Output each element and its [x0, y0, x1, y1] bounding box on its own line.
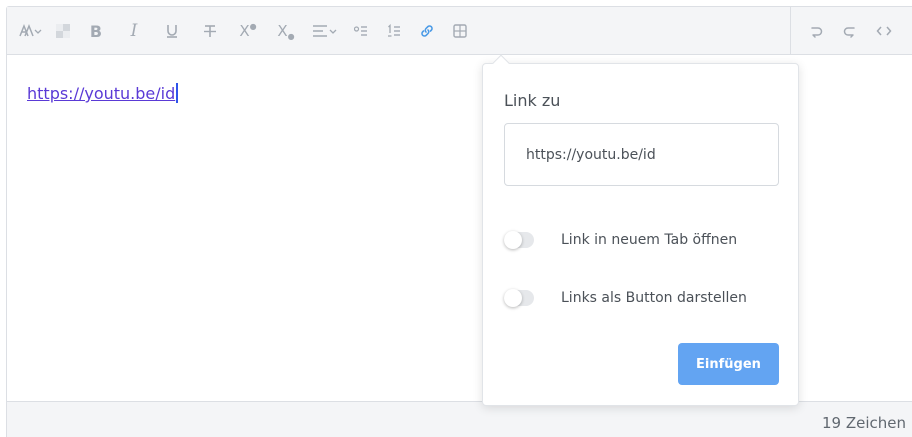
- subscript-icon: X●: [277, 22, 295, 41]
- redo-icon: [843, 27, 855, 38]
- underline-icon: [167, 25, 177, 38]
- undo-button[interactable]: [799, 15, 833, 47]
- italic-button[interactable]: I: [115, 15, 153, 47]
- table-button[interactable]: [443, 15, 477, 47]
- editor-toolbar: B I X● X●: [7, 7, 912, 55]
- open-new-tab-label: Link in neuem Tab öffnen: [561, 232, 738, 248]
- italic-icon: I: [130, 21, 138, 41]
- table-icon: [453, 24, 467, 38]
- strikethrough-icon: [204, 25, 216, 37]
- align-icon: [313, 25, 337, 37]
- superscript-icon: X●: [239, 22, 257, 40]
- link-popover: Link zu Link in neuem Tab öffnen Links a…: [482, 54, 799, 406]
- as-button-row: Links als Button darstellen: [504, 289, 747, 307]
- toggle-knob: [504, 231, 522, 249]
- superscript-letter: X: [239, 22, 250, 40]
- code-icon: [876, 26, 892, 36]
- character-count: 19 Zeichen: [822, 414, 907, 432]
- insert-button[interactable]: Einfügen: [678, 343, 779, 385]
- as-button-toggle[interactable]: [504, 289, 534, 307]
- content-link[interactable]: https://youtu.be/id: [27, 84, 175, 103]
- redo-button[interactable]: [833, 15, 867, 47]
- underline-button[interactable]: [153, 15, 191, 47]
- text-caret: [176, 83, 178, 103]
- bold-icon: B: [89, 21, 103, 41]
- align-dropdown-button[interactable]: [305, 15, 345, 47]
- link-icon: [421, 25, 433, 37]
- font-size-icon: [19, 23, 42, 37]
- clear-format-button[interactable]: [49, 15, 77, 47]
- superscript-button[interactable]: X●: [229, 15, 267, 47]
- numbered-list-icon: [388, 24, 400, 37]
- link-url-input[interactable]: [504, 123, 779, 186]
- toolbar-format-group: B I X● X●: [13, 7, 477, 55]
- bold-button[interactable]: B: [77, 15, 115, 47]
- open-new-tab-row: Link in neuem Tab öffnen: [504, 231, 738, 249]
- link-button[interactable]: [411, 15, 443, 47]
- as-button-label: Links als Button darstellen: [561, 290, 747, 306]
- source-code-button[interactable]: [867, 15, 901, 47]
- font-size-dropdown-button[interactable]: [13, 15, 49, 47]
- toolbar-history-group: [790, 7, 901, 55]
- subscript-letter: X: [277, 22, 288, 40]
- numbered-list-button[interactable]: [377, 15, 411, 47]
- bullet-list-icon: [354, 26, 367, 36]
- editor-content[interactable]: https://youtu.be/id: [27, 83, 178, 103]
- checkerboard-icon: [56, 24, 70, 38]
- bullet-list-button[interactable]: [345, 15, 377, 47]
- subscript-button[interactable]: X●: [267, 15, 305, 47]
- popover-title: Link zu: [504, 91, 561, 110]
- undo-icon: [811, 27, 823, 38]
- strikethrough-button[interactable]: [191, 15, 229, 47]
- open-new-tab-toggle[interactable]: [504, 231, 534, 249]
- editor-statusbar: 19 Zeichen: [7, 401, 912, 437]
- toggle-knob: [504, 289, 522, 307]
